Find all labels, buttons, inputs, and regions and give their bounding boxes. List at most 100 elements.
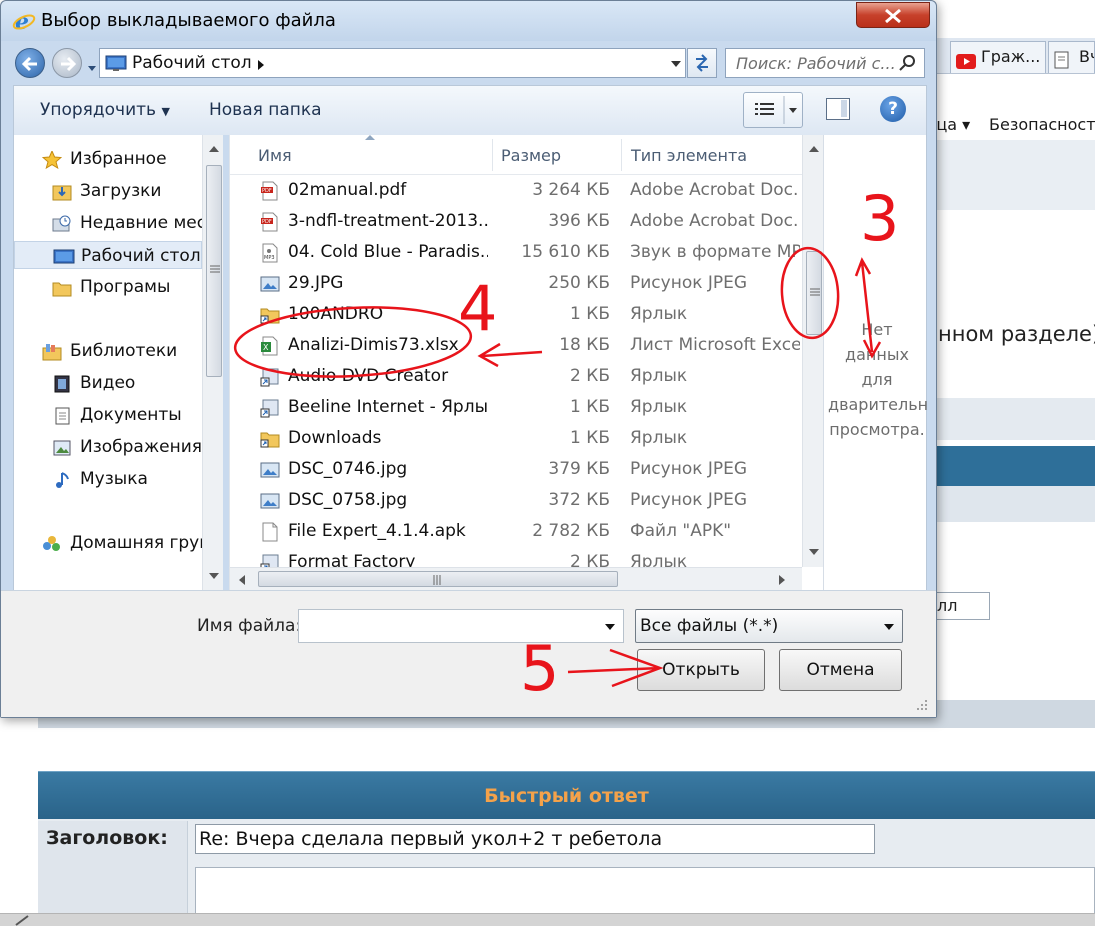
file-type: Ярлык bbox=[630, 366, 688, 386]
nav-downloads[interactable]: Загрузки bbox=[14, 177, 202, 205]
nav-homegroup[interactable]: Домашняя груп bbox=[14, 529, 202, 557]
file-list-hscroll-thumb[interactable] bbox=[258, 571, 618, 587]
file-size: 2 782 КБ bbox=[532, 521, 610, 541]
shortcut-icon bbox=[260, 398, 280, 418]
nav-programs[interactable]: Програмы bbox=[14, 273, 202, 301]
file-type: Ярлык bbox=[630, 397, 688, 417]
help-icon[interactable]: ? bbox=[880, 96, 906, 122]
title-field-label: Заголовок: bbox=[46, 827, 168, 849]
column-size[interactable]: Размер bbox=[501, 146, 561, 165]
forward-button[interactable] bbox=[52, 48, 82, 78]
scroll-right-icon[interactable] bbox=[778, 574, 786, 586]
address-bar[interactable]: Рабочий стол bbox=[99, 48, 686, 78]
file-size: 1 КБ bbox=[570, 397, 610, 417]
chevron-down-icon[interactable] bbox=[604, 623, 616, 631]
column-name[interactable]: Имя bbox=[258, 146, 292, 165]
internet-explorer-icon: e bbox=[12, 9, 36, 35]
nav-scrollbar[interactable] bbox=[202, 135, 223, 590]
documents-library-icon bbox=[52, 406, 72, 425]
file-row[interactable]: Beeline Internet - Ярлык 1 КБ Ярлык bbox=[230, 392, 802, 423]
navigation-pane: Избранное Загрузки Недавние мест Рабочий… bbox=[13, 135, 223, 590]
nav-libraries[interactable]: Библиотеки bbox=[14, 337, 202, 365]
column-type[interactable]: Тип элемента bbox=[631, 146, 747, 165]
grip-icon bbox=[810, 288, 820, 296]
nav-label: Музыка bbox=[80, 469, 148, 489]
file-row[interactable]: X Analizi-Dimis73.xlsx 18 КБ Лист Microsoft… bbox=[230, 330, 802, 361]
page-field[interactable]: лл bbox=[930, 592, 990, 620]
back-button[interactable] bbox=[15, 48, 45, 78]
file-row[interactable]: DSC_0746.jpg 379 КБ Рисунок JPEG bbox=[230, 454, 802, 485]
file-row[interactable]: DSC_0758.jpg 372 КБ Рисунок JPEG bbox=[230, 485, 802, 516]
search-icon[interactable] bbox=[899, 54, 917, 72]
search-input[interactable]: Поиск: Рабочий с... bbox=[725, 48, 925, 78]
nav-scroll-thumb[interactable] bbox=[206, 165, 222, 377]
nav-desktop[interactable]: Рабочий стол bbox=[14, 241, 202, 269]
close-button[interactable] bbox=[856, 2, 930, 28]
video-library-icon bbox=[52, 374, 72, 393]
desktop-icon bbox=[53, 247, 75, 265]
command-bar: Упорядочить ▼ Новая папка ? bbox=[13, 85, 927, 135]
nav-favorites[interactable]: Избранное bbox=[14, 145, 202, 173]
file-row[interactable]: PDF 3-ndfl-treatment-2013... 396 КБ Adobe A… bbox=[230, 206, 802, 237]
chevron-down-icon[interactable] bbox=[670, 60, 682, 68]
file-type: Файл "APK" bbox=[630, 521, 732, 541]
new-folder-button[interactable]: Новая папка bbox=[209, 100, 322, 120]
folder-shortcut-icon bbox=[260, 305, 280, 325]
browser-tab-youtube[interactable]: Граж... bbox=[950, 41, 1046, 73]
downloads-folder-icon bbox=[52, 182, 72, 201]
resize-grip-icon[interactable] bbox=[913, 696, 929, 712]
file-list-vertical-scrollbar[interactable] bbox=[802, 135, 823, 567]
nav-label: Избранное bbox=[70, 149, 167, 169]
file-size: 15 610 КБ bbox=[521, 242, 610, 262]
title-input[interactable]: Re: Вчера сделала первый укол+2 т ребето… bbox=[195, 824, 875, 854]
cancel-button[interactable]: Отмена bbox=[779, 649, 902, 691]
file-row[interactable]: Audio DVD Creator 2 КБ Ярлык bbox=[230, 361, 802, 392]
preview-pane: Нет данных для дварительн просмотра. bbox=[823, 135, 928, 590]
details-view-icon bbox=[755, 96, 797, 124]
music-library-icon bbox=[52, 470, 72, 488]
nav-documents[interactable]: Документы bbox=[14, 401, 202, 429]
file-list-horizontal-scrollbar[interactable] bbox=[230, 567, 802, 590]
nav-recent-places[interactable]: Недавние мест bbox=[14, 209, 202, 237]
file-row[interactable]: 100ANDRO 1 КБ Ярлык bbox=[230, 299, 802, 330]
dialog-titlebar[interactable]: e Выбор выкладываемого файла bbox=[1, 1, 936, 41]
refresh-button[interactable] bbox=[687, 48, 717, 78]
organize-button[interactable]: Упорядочить ▼ bbox=[40, 100, 170, 120]
scroll-left-icon[interactable] bbox=[238, 574, 246, 586]
nav-pictures[interactable]: Изображения bbox=[14, 433, 202, 461]
file-size: 1 КБ bbox=[570, 304, 610, 324]
column-separator bbox=[492, 139, 493, 171]
scroll-up-icon[interactable] bbox=[208, 145, 220, 153]
safety-menu[interactable]: Безопасность bbox=[989, 110, 1095, 140]
file-list-scroll-thumb[interactable] bbox=[806, 251, 822, 335]
open-button[interactable]: Открыть bbox=[637, 649, 765, 691]
browser-tab-active[interactable]: Вч bbox=[1048, 41, 1095, 73]
file-row[interactable]: Downloads 1 КБ Ярлык bbox=[230, 423, 802, 454]
address-location[interactable]: Рабочий стол bbox=[132, 53, 252, 73]
quick-reply-panel: Быстрый ответ Заголовок: Re: Вчера сдела… bbox=[38, 771, 1095, 916]
file-type: Рисунок JPEG bbox=[630, 490, 748, 510]
file-row[interactable]: 29.JPG 250 КБ Рисунок JPEG bbox=[230, 268, 802, 299]
filetype-select[interactable]: Все файлы (*.*) bbox=[635, 609, 903, 643]
scroll-down-icon[interactable] bbox=[808, 548, 820, 556]
recent-pages-dropdown[interactable] bbox=[87, 58, 97, 71]
nav-music[interactable]: Музыка bbox=[14, 465, 202, 493]
libraries-icon bbox=[42, 342, 62, 361]
nav-label: Видео bbox=[80, 373, 136, 393]
file-row[interactable]: File Expert_4.1.4.apk 2 782 КБ Файл "APK" bbox=[230, 516, 802, 547]
file-row[interactable]: MP3 04. Cold Blue - Paradis... 15 610 КБ Зв… bbox=[230, 237, 802, 268]
scroll-up-icon[interactable] bbox=[808, 145, 820, 153]
nav-label: Библиотеки bbox=[70, 341, 178, 361]
folder-shortcut-icon bbox=[260, 429, 280, 449]
scroll-down-icon[interactable] bbox=[208, 572, 220, 580]
desktop-icon bbox=[105, 54, 127, 72]
file-row[interactable]: PDF 02manual.pdf 3 264 КБ Adobe Acrobat Doc… bbox=[230, 175, 802, 206]
nav-video[interactable]: Видео bbox=[14, 369, 202, 397]
preview-pane-button[interactable] bbox=[826, 98, 850, 120]
change-view-button[interactable] bbox=[743, 92, 803, 128]
chevron-right-icon[interactable] bbox=[257, 59, 265, 71]
filename-input[interactable] bbox=[298, 609, 624, 643]
message-textarea[interactable] bbox=[195, 867, 1095, 916]
status-bar bbox=[0, 913, 1095, 926]
page-content-block bbox=[936, 140, 1095, 210]
